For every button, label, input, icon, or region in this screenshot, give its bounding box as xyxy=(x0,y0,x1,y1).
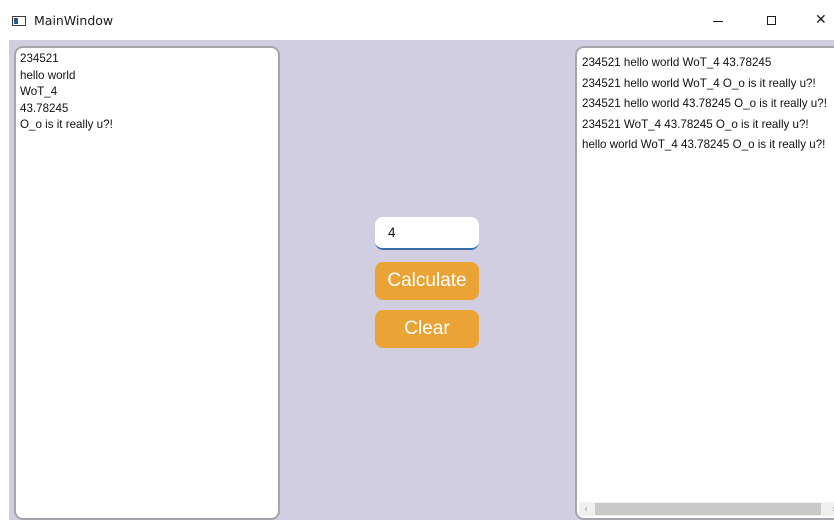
minimize-icon xyxy=(713,20,723,22)
input-text-area[interactable]: 234521 hello world WoT_4 43.78245 O_o is… xyxy=(14,46,280,520)
number-input[interactable] xyxy=(375,217,479,250)
scrollbar-thumb[interactable] xyxy=(595,503,821,515)
close-icon: ✕ xyxy=(815,12,827,28)
input-line: 43.78245 xyxy=(20,101,69,115)
app-window-icon xyxy=(12,16,26,26)
output-line[interactable]: hello world WoT_4 43.78245 O_o is it rea… xyxy=(582,135,827,156)
input-line: WoT_4 xyxy=(20,85,58,99)
output-list-box[interactable]: 234521 hello world WoT_4 43.78245 234521… xyxy=(575,46,834,520)
client-area: 234521 hello world WoT_4 43.78245 O_o is… xyxy=(9,40,834,520)
clear-button[interactable]: Clear xyxy=(375,310,479,348)
scroll-left-icon[interactable]: ‹ xyxy=(579,502,593,516)
maximize-icon xyxy=(766,15,776,25)
title-bar[interactable]: MainWindow ✕ xyxy=(0,0,834,40)
input-line: O_o is it really u?! xyxy=(20,118,113,132)
scroll-right-icon[interactable]: › xyxy=(827,502,834,516)
minimize-button[interactable] xyxy=(695,0,741,40)
maximize-button[interactable] xyxy=(748,0,794,40)
main-window: MainWindow ✕ 234521 hello world WoT_4 43… xyxy=(0,0,834,520)
output-line[interactable]: 234521 hello world WoT_4 O_o is it reall… xyxy=(582,74,827,95)
input-line: 234521 xyxy=(20,52,59,65)
output-line[interactable]: 234521 hello world 43.78245 O_o is it re… xyxy=(582,94,827,115)
output-line[interactable]: 234521 WoT_4 43.78245 O_o is it really u… xyxy=(582,115,827,136)
input-line: hello world xyxy=(20,68,76,82)
window-title: MainWindow xyxy=(34,13,114,28)
calculate-button[interactable]: Calculate xyxy=(375,262,479,300)
close-button[interactable]: ✕ xyxy=(801,0,834,40)
output-line[interactable]: 234521 hello world WoT_4 43.78245 xyxy=(582,53,827,74)
horizontal-scrollbar[interactable]: ‹ › xyxy=(579,502,834,516)
output-list: 234521 hello world WoT_4 43.78245 234521… xyxy=(582,53,827,156)
